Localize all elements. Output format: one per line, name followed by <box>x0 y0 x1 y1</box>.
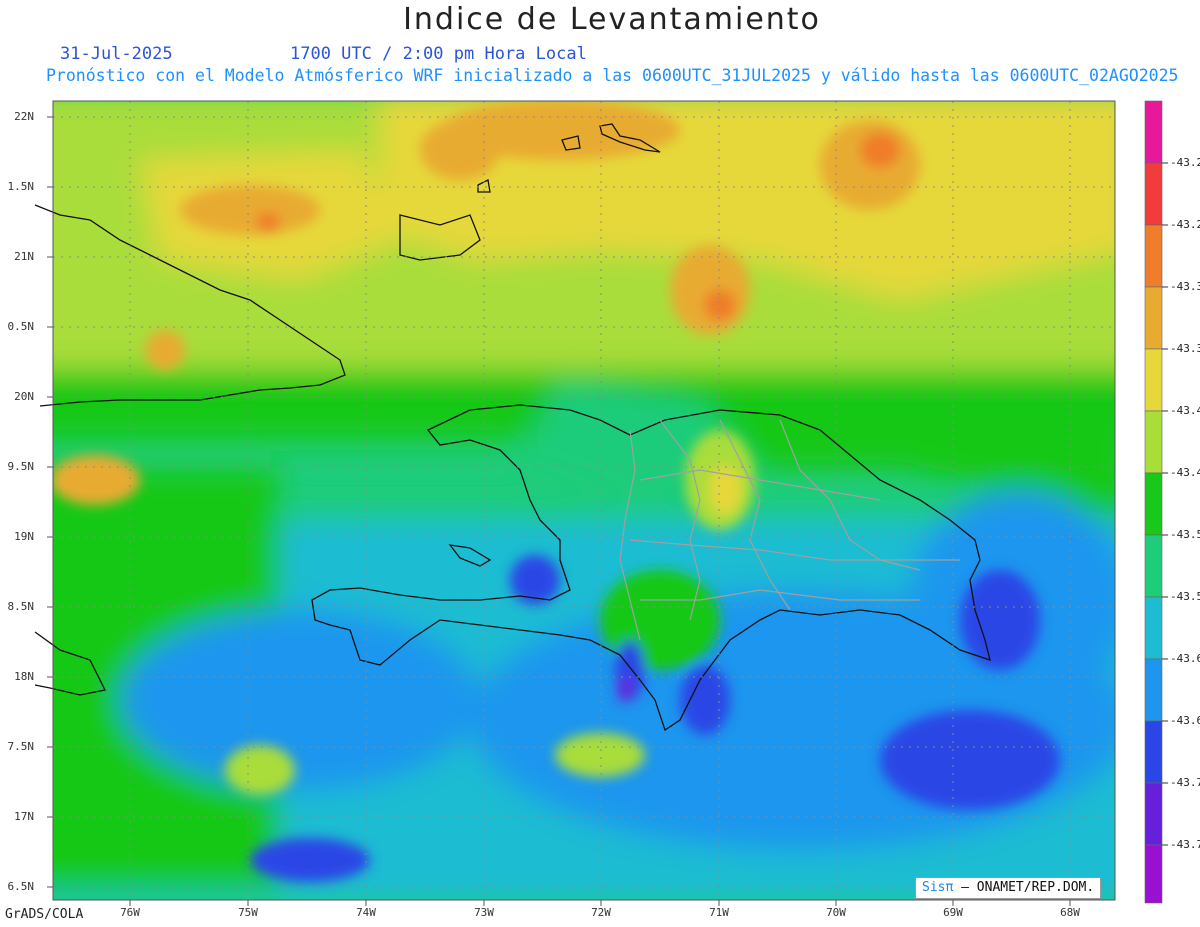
field-spot-orange-5 <box>670 245 750 335</box>
colorbar-swatch <box>1144 472 1163 536</box>
colorbar-swatch <box>1144 224 1163 288</box>
colorbar-swatch <box>1144 286 1163 350</box>
colorbar-swatch <box>1144 348 1163 412</box>
field-spot-darkorange-1 <box>860 132 900 168</box>
colorbar-swatch <box>1144 844 1163 904</box>
lat-label: 17N <box>14 810 34 823</box>
colorbar-label: -43.7 <box>1170 838 1200 851</box>
lon-label: 72W <box>591 906 611 919</box>
lat-label: 20N <box>14 390 34 403</box>
lat-label: 6.5N <box>7 880 35 893</box>
colorbar-swatch <box>1144 534 1163 598</box>
field-spot-orange-6 <box>53 455 140 505</box>
lat-label: 22N <box>14 110 34 123</box>
field-spot-yellow-1 <box>709 466 741 514</box>
lat-label: 18N <box>14 670 34 683</box>
colorbar <box>1144 100 1168 904</box>
colorbar-swatch <box>1144 720 1163 784</box>
lat-label: 19N <box>14 530 34 543</box>
colorbar-swatch <box>1144 658 1163 722</box>
lon-label: 73W <box>474 906 494 919</box>
colorbar-label: -43.5 <box>1170 528 1200 541</box>
lat-label: 1.5N <box>7 180 35 193</box>
field-spot-orange-7 <box>145 330 185 370</box>
field-area-blue-sw <box>120 610 480 790</box>
lon-label: 74W <box>356 906 376 919</box>
colorbar-label: -43.7 <box>1170 776 1200 789</box>
lon-label: 69W <box>943 906 963 919</box>
colorbar-swatch <box>1144 596 1163 660</box>
colorbar-swatch <box>1144 100 1163 164</box>
grads-label: GrADS/COLA <box>5 907 84 922</box>
lon-label: 70W <box>826 906 846 919</box>
field-spot-darkorange-3 <box>256 212 280 232</box>
lon-label: 75W <box>238 906 258 919</box>
field-spot-lime-2 <box>225 745 295 795</box>
lon-label: 71W <box>709 906 729 919</box>
field-layer <box>53 101 1115 900</box>
lifted-index-map <box>34 100 1168 906</box>
colorbar-swatch <box>1144 782 1163 846</box>
credit-text: – ONAMET/REP.DOM. <box>961 880 1095 895</box>
field-spot-deep-2 <box>880 710 1060 810</box>
colorbar-label: -43.4 <box>1170 404 1200 417</box>
colorbar-label: -43.6 <box>1170 714 1200 727</box>
lat-label: 21N <box>14 250 34 263</box>
colorbar-label: -43.2 <box>1170 218 1200 231</box>
field-spot-deep-4 <box>680 665 730 735</box>
colorbar-label: -43.5 <box>1170 590 1200 603</box>
field-spot-darkorange-2 <box>704 289 736 321</box>
field-spot-orange-2 <box>420 120 500 180</box>
colorbar-label: -43.4 <box>1170 466 1200 479</box>
lat-label: 8.5N <box>7 600 35 613</box>
colorbar-label: -43.2 <box>1170 156 1200 169</box>
lat-label: 7.5N <box>7 740 35 753</box>
credit-box: Sisπ – ONAMET/REP.DOM. <box>915 877 1102 899</box>
sis-logo-text: Sisπ <box>922 880 954 895</box>
field-spot-deep-3 <box>960 570 1040 670</box>
field-spot-lime-3 <box>555 733 645 777</box>
field-spot-orange-4 <box>180 185 320 235</box>
colorbar-swatch <box>1144 410 1163 474</box>
lon-label: 76W <box>120 906 140 919</box>
colorbar-label: -43.3 <box>1170 342 1200 355</box>
lat-label: 0.5N <box>7 320 35 333</box>
field-spot-deep-6 <box>250 838 370 882</box>
field-spot-purple-1 <box>617 678 633 702</box>
lon-label: 68W <box>1060 906 1080 919</box>
colorbar-swatch <box>1144 162 1163 226</box>
colorbar-label: -43.3 <box>1170 280 1200 293</box>
colorbar-label: -43.6 <box>1170 652 1200 665</box>
lat-label: 9.5N <box>7 460 35 473</box>
